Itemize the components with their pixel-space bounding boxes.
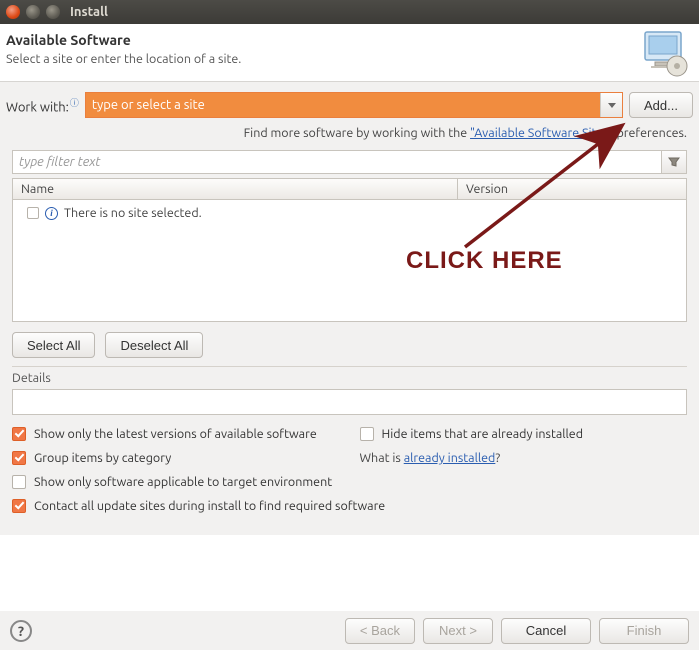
already-installed-link[interactable]: already installed bbox=[404, 451, 496, 465]
col-name[interactable]: Name bbox=[13, 179, 458, 199]
titlebar: Install bbox=[0, 0, 699, 24]
window-title: Install bbox=[70, 5, 108, 19]
window-maximize-button[interactable] bbox=[46, 5, 60, 19]
whatis-text: What is already installed? bbox=[360, 451, 688, 465]
back-button[interactable]: < Back bbox=[345, 618, 415, 644]
chevron-down-icon[interactable] bbox=[600, 93, 622, 117]
row-checkbox[interactable] bbox=[27, 207, 39, 219]
filter-input[interactable]: type filter text bbox=[12, 150, 661, 174]
applicable-label: Show only software applicable to target … bbox=[34, 475, 332, 489]
workwith-label: Work with:ⓘ bbox=[6, 96, 79, 114]
col-version[interactable]: Version bbox=[458, 179, 686, 199]
details-box bbox=[12, 389, 687, 415]
dialog-footer: ? < Back Next > Cancel Finish bbox=[0, 610, 699, 650]
finish-button[interactable]: Finish bbox=[599, 618, 689, 644]
group-category-label: Group items by category bbox=[34, 451, 171, 465]
deselect-all-button[interactable]: Deselect All bbox=[105, 332, 203, 358]
next-button[interactable]: Next > bbox=[423, 618, 493, 644]
applicable-checkbox[interactable] bbox=[12, 475, 26, 489]
page-subtitle: Select a site or enter the location of a… bbox=[6, 52, 687, 66]
contact-sites-checkbox[interactable] bbox=[12, 499, 26, 513]
dialog-header: Available Software Select a site or ente… bbox=[0, 24, 699, 82]
workwith-combo[interactable]: type or select a site bbox=[85, 92, 623, 118]
workwith-input[interactable]: type or select a site bbox=[86, 93, 600, 117]
window-close-button[interactable] bbox=[6, 5, 20, 19]
tree-header: Name Version bbox=[12, 178, 687, 200]
page-title: Available Software bbox=[6, 32, 687, 48]
window-minimize-button[interactable] bbox=[26, 5, 40, 19]
hide-installed-checkbox[interactable] bbox=[360, 427, 374, 441]
group-category-checkbox[interactable] bbox=[12, 451, 26, 465]
tree-body[interactable]: i There is no site selected. bbox=[12, 200, 687, 322]
findmore-text: Find more software by working with the "… bbox=[6, 126, 693, 140]
hide-installed-label: Hide items that are already installed bbox=[382, 427, 584, 441]
software-sites-link[interactable]: "Available Software Sites" bbox=[470, 126, 614, 140]
add-button[interactable]: Add... bbox=[629, 92, 693, 118]
show-latest-label: Show only the latest versions of availab… bbox=[34, 427, 317, 441]
filter-clear-button[interactable] bbox=[661, 150, 687, 174]
details-label: Details bbox=[12, 371, 687, 385]
install-icon bbox=[641, 28, 691, 81]
table-row: i There is no site selected. bbox=[21, 204, 678, 222]
show-latest-checkbox[interactable] bbox=[12, 427, 26, 441]
contact-sites-label: Contact all update sites during install … bbox=[34, 499, 385, 513]
empty-message: There is no site selected. bbox=[64, 206, 202, 220]
select-all-button[interactable]: Select All bbox=[12, 332, 95, 358]
cancel-button[interactable]: Cancel bbox=[501, 618, 591, 644]
help-button[interactable]: ? bbox=[10, 620, 32, 642]
info-icon: i bbox=[45, 207, 58, 220]
